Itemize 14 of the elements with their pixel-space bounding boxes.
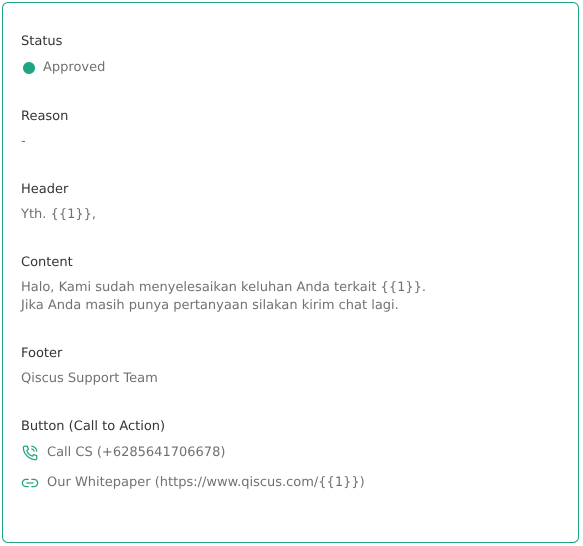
field-value: Yth. {{1}}, xyxy=(21,206,98,224)
status-value: Approved xyxy=(43,59,106,77)
field-label: Content xyxy=(21,254,74,272)
action-button-text: Call CS (+6285641706678) xyxy=(47,444,226,462)
field-label: Header xyxy=(21,181,70,199)
field-value: Halo, Kami sudah menyelesaikan keluhan Anda terkait {{1}}. Jika Anda masih punya pertanyaan silakan kirim chat lagi. xyxy=(21,279,428,315)
field-label: Footer xyxy=(21,345,64,363)
phone-icon xyxy=(21,444,39,462)
field-label: Reason xyxy=(21,108,70,126)
field-label: Button (Call to Action) xyxy=(21,418,166,436)
field-value: Qiscus Support Team xyxy=(21,370,159,388)
action-button-text: Our Whitepaper (https://www.qiscus.com/{{1}}) xyxy=(47,474,365,492)
field-value: - xyxy=(21,133,27,151)
field-label: Status xyxy=(21,33,64,51)
